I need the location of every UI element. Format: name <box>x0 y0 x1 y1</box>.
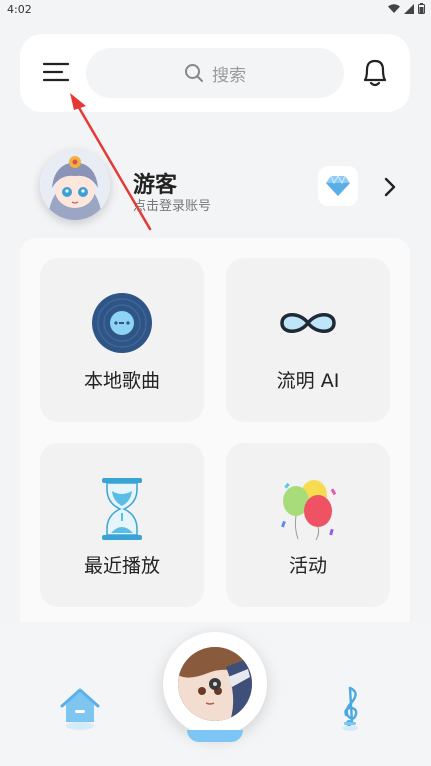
nav-music-button[interactable] <box>332 682 368 732</box>
cover-image <box>178 647 252 721</box>
chevron-right-icon <box>384 177 396 197</box>
home-icon <box>60 688 100 730</box>
diamond-icon <box>326 175 350 196</box>
hourglass-icon <box>102 478 142 540</box>
disc-glow <box>187 730 243 742</box>
tile-label: 活动 <box>288 555 327 577</box>
tile-label: 最近播放 <box>83 555 160 577</box>
vinyl-record-icon <box>92 293 152 353</box>
bottom-nav <box>0 622 431 766</box>
bell-icon <box>363 59 387 87</box>
now-playing-disc[interactable] <box>163 632 267 748</box>
profile-chevron-button[interactable] <box>380 176 400 198</box>
menu-icon <box>42 62 70 82</box>
avatar[interactable] <box>40 150 110 220</box>
top-header-card: 搜索 <box>20 34 410 112</box>
search-icon <box>185 64 203 82</box>
menu-button[interactable] <box>42 58 72 88</box>
search-input[interactable]: 搜索 <box>86 48 344 98</box>
avatar-image <box>40 150 110 220</box>
profile-row[interactable]: 游客 点击登录账号 <box>20 145 410 225</box>
tile-local-songs[interactable]: 本地歌曲 <box>40 258 204 422</box>
music-note-icon <box>342 686 358 731</box>
status-icons <box>388 3 425 14</box>
tile-label: 流明 AI <box>276 370 340 392</box>
infinity-icon <box>280 313 336 333</box>
status-bar: 4:02 <box>0 0 431 20</box>
tile-recent-plays[interactable]: 最近播放 <box>40 443 204 607</box>
notification-button[interactable] <box>360 56 390 88</box>
balloons-icon <box>281 480 337 541</box>
tile-label: 本地歌曲 <box>83 370 160 392</box>
now-playing-cover <box>178 647 252 721</box>
search-placeholder: 搜索 <box>212 65 246 86</box>
feature-grid: 本地歌曲 流明 AI 最近播放 活动 <box>20 238 410 622</box>
battery-icon <box>418 3 425 14</box>
vip-button[interactable] <box>318 166 358 206</box>
tile-activities[interactable]: 活动 <box>226 443 390 607</box>
wifi-icon <box>388 3 400 13</box>
tile-lumen-ai[interactable]: 流明 AI <box>226 258 390 422</box>
status-time: 4:02 <box>7 3 32 16</box>
login-prompt[interactable]: 点击登录账号 <box>133 195 211 214</box>
signal-icon <box>404 3 414 14</box>
nav-home-button[interactable] <box>58 682 102 732</box>
